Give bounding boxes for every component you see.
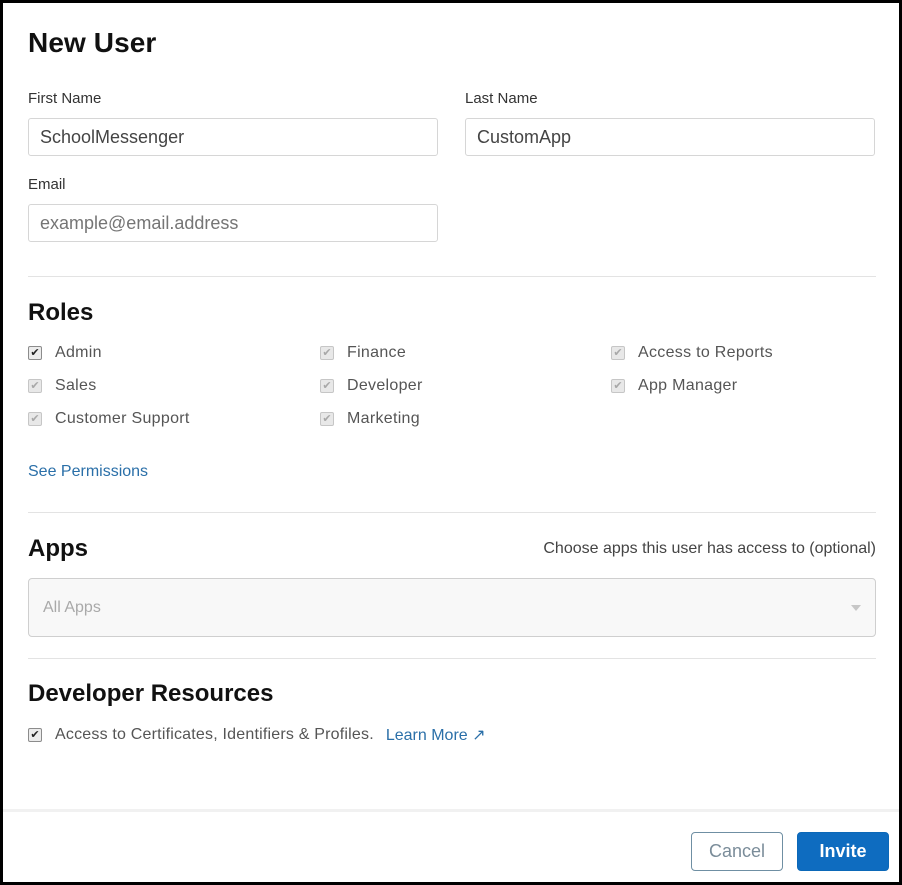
- roles-title: Roles: [28, 299, 94, 326]
- developer-resources-row: ✔ Access to Certificates, Identifiers & …: [28, 725, 486, 745]
- role-developer: ✔ Developer: [320, 376, 423, 396]
- role-label: Marketing: [347, 410, 420, 427]
- checkbox-disabled-checked-icon: ✔: [28, 379, 42, 393]
- checkbox-disabled-checked-icon: ✔: [320, 412, 334, 426]
- email-input[interactable]: [28, 204, 438, 242]
- checkbox-checked-icon[interactable]: ✔: [28, 728, 42, 742]
- last-name-label: Last Name: [465, 90, 538, 107]
- role-label: Developer: [347, 377, 423, 394]
- apps-select-value: All Apps: [43, 598, 101, 616]
- invite-button[interactable]: Invite: [797, 832, 889, 871]
- divider: [28, 276, 876, 277]
- role-label: Admin: [55, 344, 102, 361]
- checkbox-disabled-checked-icon: ✔: [320, 346, 334, 360]
- role-label: App Manager: [638, 377, 738, 394]
- checkbox-checked-icon[interactable]: ✔: [28, 346, 42, 360]
- role-label: Access to Reports: [638, 344, 773, 361]
- cancel-button[interactable]: Cancel: [691, 832, 783, 871]
- role-label: Finance: [347, 344, 407, 361]
- role-sales: ✔ Sales: [28, 376, 97, 396]
- checkbox-disabled-checked-icon: ✔: [320, 379, 334, 393]
- role-app-manager: ✔ App Manager: [611, 376, 737, 396]
- role-label: Sales: [55, 377, 97, 394]
- role-marketing: ✔ Marketing: [320, 409, 420, 429]
- role-admin[interactable]: ✔ Admin: [28, 343, 102, 363]
- checkbox-disabled-checked-icon: ✔: [28, 412, 42, 426]
- first-name-input[interactable]: [28, 118, 438, 156]
- footer-divider: [3, 809, 899, 812]
- new-user-dialog: New User First Name Last Name Email Role…: [3, 3, 899, 882]
- divider: [28, 512, 876, 513]
- dialog-title: New User: [28, 27, 157, 58]
- first-name-label: First Name: [28, 90, 102, 107]
- role-customer-support: ✔ Customer Support: [28, 409, 190, 429]
- see-permissions-link[interactable]: See Permissions: [28, 463, 148, 481]
- apps-title: Apps: [28, 535, 88, 562]
- apps-hint: Choose apps this user has access to (opt…: [543, 540, 876, 557]
- role-finance: ✔ Finance: [320, 343, 406, 363]
- checkbox-disabled-checked-icon: ✔: [611, 346, 625, 360]
- chevron-down-icon: [851, 604, 861, 611]
- email-label: Email: [28, 176, 66, 193]
- last-name-input[interactable]: [465, 118, 875, 156]
- role-label: Customer Support: [55, 410, 190, 427]
- divider: [28, 658, 876, 659]
- checkbox-disabled-checked-icon: ✔: [611, 379, 625, 393]
- apps-select[interactable]: All Apps: [28, 578, 876, 637]
- learn-more-link[interactable]: Learn More ↗: [386, 725, 486, 745]
- developer-resources-title: Developer Resources: [28, 680, 274, 707]
- developer-resources-label: Access to Certificates, Identifiers & Pr…: [55, 726, 374, 743]
- role-access-to-reports: ✔ Access to Reports: [611, 343, 773, 363]
